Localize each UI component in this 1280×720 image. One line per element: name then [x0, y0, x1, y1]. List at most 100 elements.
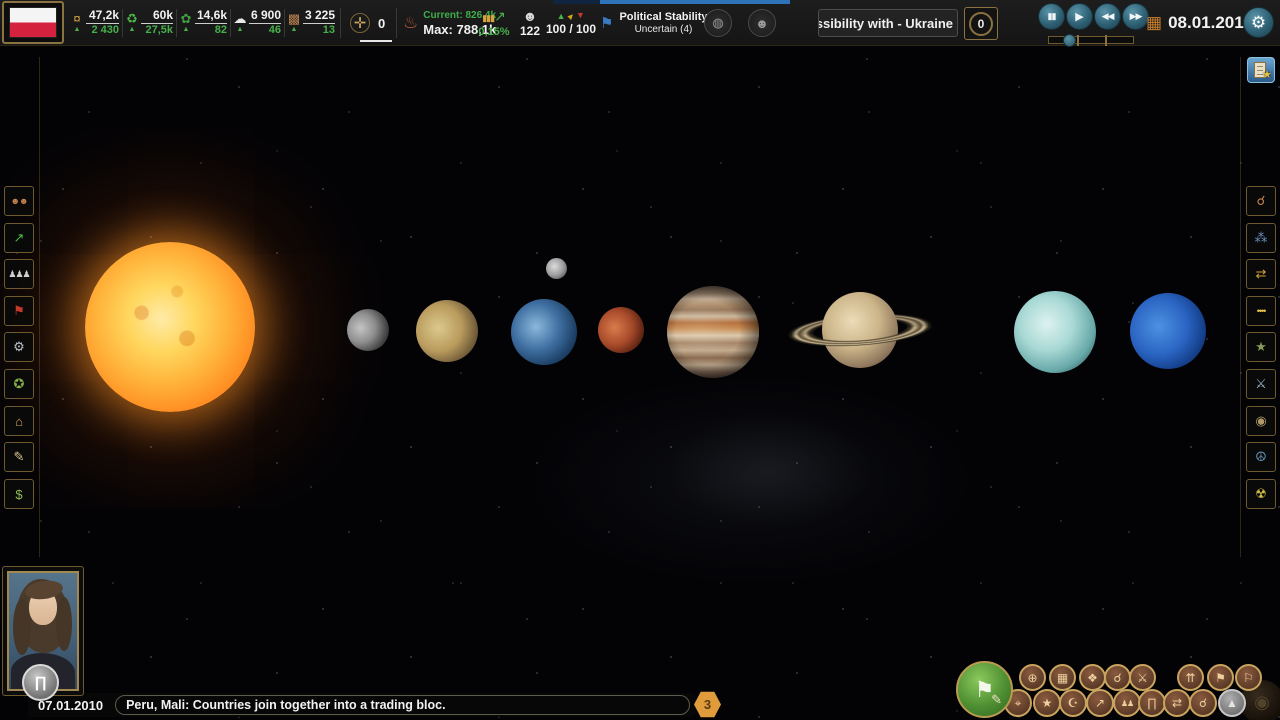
- war-possibility-ticker[interactable]: r possibility with - Ukraine: [818, 9, 958, 37]
- sidebar-item-covert-ops[interactable]: ••••: [1246, 296, 1276, 326]
- badge-expedition[interactable]: ▲: [1218, 689, 1246, 717]
- war-counter-button[interactable]: 0: [964, 7, 998, 40]
- resource-value: 47,2k: [86, 9, 119, 24]
- capitol-icon: ∏: [1147, 696, 1157, 710]
- stability-cell[interactable]: ⚑ Political Stability Uncertain (4): [600, 0, 707, 46]
- badge-treaties[interactable]: ☌: [1189, 689, 1217, 717]
- badge-religion[interactable]: ☪: [1059, 689, 1087, 717]
- four-dots-icon: ••••: [1257, 306, 1266, 316]
- trend-up-icon: ▲: [129, 26, 136, 34]
- government-building-icon: ∏: [34, 674, 46, 691]
- sidebar-item-nuclear[interactable]: ☢: [1246, 479, 1276, 509]
- play-button[interactable]: ▶: [1066, 3, 1093, 30]
- moon: [546, 258, 567, 279]
- sidebar-item-budget[interactable]: ✪: [4, 369, 34, 399]
- reports-button[interactable]: ★: [1247, 57, 1275, 83]
- stability-title: Political Stability: [619, 11, 707, 24]
- pen-icon: ✎: [991, 692, 1002, 708]
- badge-agreements[interactable]: ☌: [1104, 664, 1131, 691]
- badge-population[interactable]: ♟♟: [1113, 689, 1141, 717]
- soldier-icon: ★: [1255, 339, 1267, 355]
- resource-plants[interactable]: ✿ ▲ 14,6k 82: [176, 9, 230, 37]
- puzzle-icon: ❖: [1087, 671, 1098, 685]
- sidebar-item-ministers[interactable]: ☻☻: [4, 186, 34, 216]
- planet-mars: [598, 307, 644, 353]
- speed-slider-knob[interactable]: [1063, 34, 1076, 47]
- resource-coal[interactable]: ☁ ▲ 6 900 46: [230, 9, 284, 37]
- government-building-badge[interactable]: ∏: [22, 664, 59, 701]
- badge-government[interactable]: ∏: [1138, 689, 1166, 717]
- fast-forward-button[interactable]: ▶▶: [1122, 3, 1149, 30]
- population-value: 122: [520, 24, 540, 38]
- sidebar-item-laws[interactable]: ✎: [4, 442, 34, 472]
- stability-flag-icon: ⚑: [600, 14, 613, 32]
- badge-claims[interactable]: ⚐: [1235, 664, 1262, 691]
- news-date: 07.01.2010: [38, 698, 103, 713]
- handshake-icon: ☌: [1257, 193, 1266, 209]
- war-possibility-text: r possibility with - Ukraine: [818, 16, 953, 31]
- budget-laurel-icon: ✪: [14, 376, 25, 392]
- trade-arrows-icon: ⇄: [1256, 266, 1267, 282]
- resource-delta: 82: [195, 24, 227, 37]
- milkyway-glow: [620, 390, 920, 550]
- research-progress-bar: [553, 0, 790, 4]
- advisor-head-icon[interactable]: ☻: [748, 9, 776, 37]
- badge-conflicts[interactable]: ⚔: [1129, 664, 1156, 691]
- sidebar-item-diplomacy[interactable]: ☌: [1246, 186, 1276, 216]
- badge-parades[interactable]: ⇈: [1177, 664, 1204, 691]
- growth-cell[interactable]: ▮▮▮↗ 0,15%: [474, 0, 514, 46]
- planet-jupiter: [667, 286, 759, 378]
- date-display: ▦ 08.01.2010: [1146, 13, 1253, 33]
- pause-button[interactable]: ▮▮: [1038, 3, 1065, 30]
- sidebar-item-war[interactable]: ⚔: [1246, 369, 1276, 399]
- settings-button[interactable]: ⚙: [1243, 7, 1274, 38]
- sidebar-item-treasury[interactable]: $: [4, 479, 34, 509]
- current-date: 08.01.2010: [1168, 13, 1253, 33]
- resource-recycling[interactable]: ♻ ▲ 60k 27,5k: [122, 9, 176, 37]
- decisions-button[interactable]: ⚑ ✎: [956, 661, 1013, 718]
- handshake-icon: ☌: [1199, 696, 1207, 710]
- badge-relations[interactable]: ⇄: [1163, 689, 1191, 717]
- sidebar-item-united-nations[interactable]: ☮: [1246, 442, 1276, 472]
- badge-technology[interactable]: ▦: [1049, 664, 1076, 691]
- compass-icon: ✛: [350, 13, 370, 33]
- nuclear-icon: ☢: [1255, 486, 1267, 502]
- badge-projects[interactable]: ❖: [1079, 664, 1106, 691]
- space-background: [0, 0, 1280, 720]
- resource-group: ¤ ▲ 47,2k 2 430 ♻ ▲ 60k 27,5k ✿ ▲ 14,6k …: [68, 0, 338, 46]
- game-speed-slider[interactable]: [1048, 36, 1134, 44]
- stability-status: Uncertain (4): [619, 24, 707, 36]
- lightbulb-icon[interactable]: ◍: [704, 9, 732, 37]
- population-cell[interactable]: ☻ 122: [514, 0, 546, 46]
- sidebar-item-military[interactable]: ★: [1246, 332, 1276, 362]
- growth-value: 0,15%: [478, 26, 509, 38]
- country-flag-button[interactable]: [2, 1, 64, 44]
- rewind-button[interactable]: ◀◀: [1094, 3, 1121, 30]
- sidebar-item-organizations[interactable]: ⁂: [1246, 223, 1276, 253]
- sidebar-item-intelligence[interactable]: ◉: [1246, 406, 1276, 436]
- resource-money[interactable]: ¤ ▲ 47,2k 2 430: [68, 9, 122, 37]
- rank-star-icon: ★: [1042, 696, 1053, 710]
- sidebar-item-construction[interactable]: ⌂: [4, 406, 34, 436]
- sidebar-item-research[interactable]: ⚙: [4, 332, 34, 362]
- news-headline-box[interactable]: Peru, Mali: Countries join together into…: [115, 695, 690, 715]
- support-cell[interactable]: ▲ ▲ ▲ 100 / 100: [545, 0, 597, 46]
- badge-economy[interactable]: ↗: [1086, 689, 1114, 717]
- sidebar-item-objectives[interactable]: ⚑: [4, 296, 34, 326]
- poland-flag-icon: [9, 7, 57, 38]
- plant-icon: ✿: [181, 12, 192, 26]
- right-frame-line: [1240, 57, 1241, 557]
- sidebar-item-demography[interactable]: ♟♟♟: [4, 259, 34, 289]
- objective-flag-icon: ⚑: [13, 303, 25, 319]
- badge-world-overview[interactable]: ⊕: [1019, 664, 1046, 691]
- planet-uranus: [1014, 291, 1096, 373]
- coins-icon: ¤: [73, 12, 80, 26]
- badge-ranks[interactable]: ★: [1033, 689, 1061, 717]
- resource-value: 3 225: [303, 9, 335, 24]
- exchange-icon: ⇄: [1172, 696, 1182, 710]
- badge-achievements[interactable]: ⚑: [1207, 664, 1234, 691]
- population-icon: ♟♟♟: [8, 269, 29, 280]
- sidebar-item-statistics[interactable]: ↗: [4, 223, 34, 253]
- sidebar-item-trade[interactable]: ⇄: [1246, 259, 1276, 289]
- resource-goods[interactable]: ▩ ▲ 3 225 13: [284, 9, 338, 37]
